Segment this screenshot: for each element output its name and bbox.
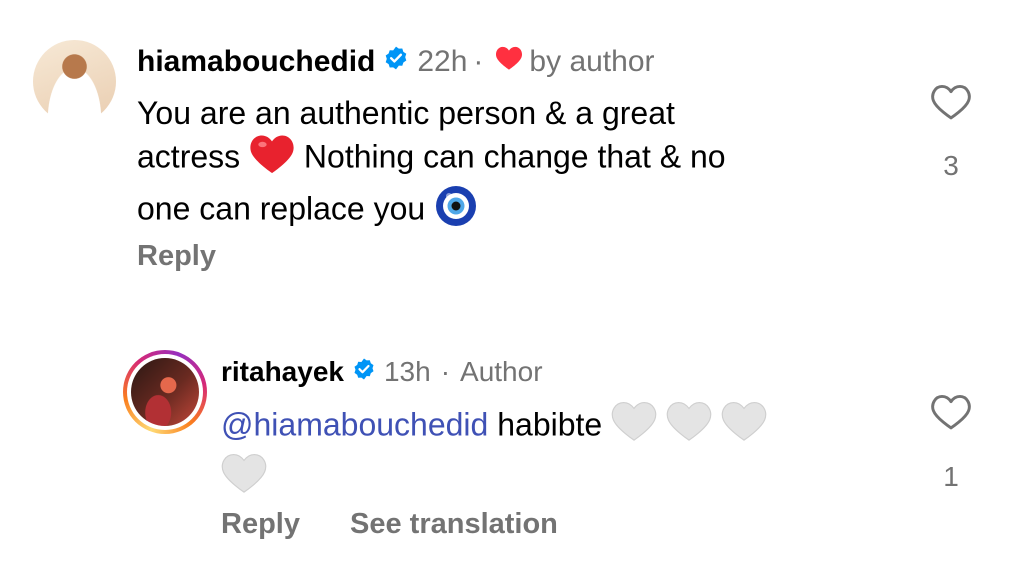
heart-outline-icon[interactable] (930, 393, 972, 436)
see-translation-button[interactable]: See translation (350, 508, 558, 541)
reply-line: habibte (497, 406, 603, 443)
reply-button[interactable]: Reply (221, 508, 300, 541)
comment-line: You are an authentic person & a great (137, 95, 675, 131)
reply-text: @hiamabouchedid habibte (221, 401, 767, 505)
avatar-hiamabouchedid[interactable] (33, 40, 116, 123)
comment-text: You are an authentic person & a great ac… (137, 92, 726, 238)
reply-header: ritahayek 13h · Author (221, 355, 543, 389)
heart-outline-icon[interactable] (930, 83, 972, 126)
comment-line: one can replace you (137, 190, 426, 227)
comment-line: Nothing can change that & no (303, 138, 726, 175)
white-heart-emoji (666, 401, 712, 453)
separator: · (440, 356, 451, 387)
reply-button[interactable]: Reply (137, 240, 216, 273)
white-heart-emoji (221, 453, 267, 505)
white-heart-emoji (611, 401, 657, 453)
comment-line: actress (137, 138, 241, 175)
verified-badge-icon (352, 356, 376, 388)
white-heart-emoji (721, 401, 767, 453)
mention-link[interactable]: @hiamabouchedid (221, 406, 488, 442)
avatar-image (131, 358, 199, 426)
red-heart-icon (495, 45, 523, 79)
avatar-ritahayek[interactable] (123, 350, 207, 434)
liked-by-author-label: by author (529, 45, 655, 78)
separator: · (473, 45, 484, 78)
timestamp: 22h (417, 45, 468, 78)
username[interactable]: ritahayek (221, 356, 344, 388)
author-label: Author (460, 356, 543, 387)
nazar-amulet-emoji (434, 184, 478, 238)
like-count: 1 (943, 461, 959, 492)
red-heart-emoji (249, 134, 295, 184)
timestamp: 13h (383, 356, 431, 387)
comment-header: hiamabouchedid 22h · by author (137, 44, 655, 80)
like-count: 3 (943, 150, 959, 181)
verified-badge-icon (383, 45, 409, 79)
username[interactable]: hiamabouchedid (137, 45, 375, 79)
